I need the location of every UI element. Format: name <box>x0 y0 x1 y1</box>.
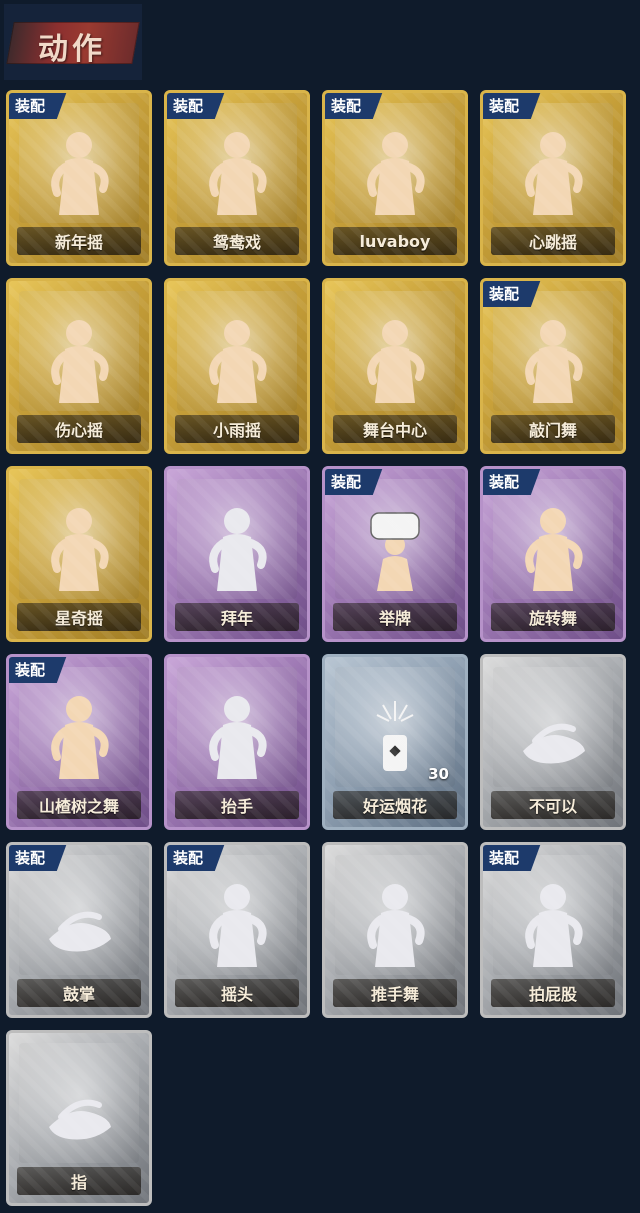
equipped-badge-label: 装配 <box>15 97 46 115</box>
action-card[interactable]: 装配 心跳摇 <box>480 90 626 266</box>
equipped-badge-label: 装配 <box>15 849 46 867</box>
action-name: 不可以 <box>491 791 615 819</box>
action-card[interactable]: 指 <box>6 1030 152 1206</box>
push-hands-figure-icon <box>355 879 435 969</box>
action-card[interactable]: 不可以 <box>480 654 626 830</box>
action-name: 鸳鸯戏 <box>175 227 299 255</box>
equipped-badge-label: 装配 <box>15 661 46 679</box>
equipped-badge-label: 装配 <box>173 849 204 867</box>
dance-figure-icon <box>197 315 277 405</box>
knock-figure-icon <box>513 315 593 405</box>
action-name: 抬手 <box>175 791 299 819</box>
equipped-badge-label: 装配 <box>489 97 520 115</box>
dance-figure-icon <box>197 127 277 217</box>
firework-icon <box>355 691 435 781</box>
equipped-badge-label: 装配 <box>489 285 520 303</box>
action-grid: 装配 新年摇 装配 鸳鸯戏 装配 luvaboy 装配 心跳摇 伤心摇 小雨摇 舞台中心 装配 敲门舞星… <box>0 0 640 1213</box>
raise-hand-figure-icon <box>197 691 277 781</box>
action-name: luvaboy <box>333 227 457 255</box>
equipped-badge-label: 装配 <box>331 473 362 491</box>
action-name: 拜年 <box>175 603 299 631</box>
action-name: 伤心摇 <box>17 415 141 443</box>
action-name: 摇头 <box>175 979 299 1007</box>
action-card[interactable]: 伤心摇 <box>6 278 152 454</box>
action-card[interactable]: 小雨摇 <box>164 278 310 454</box>
action-name: 星奇摇 <box>17 603 141 631</box>
action-name: 新年摇 <box>17 227 141 255</box>
shake-head-figure-icon <box>197 879 277 969</box>
equipped-badge-label: 装配 <box>331 97 362 115</box>
action-card[interactable]: 抬手 <box>164 654 310 830</box>
spin-figure-icon <box>513 503 593 593</box>
item-count: 30 <box>428 765 449 783</box>
action-card[interactable]: 装配 旋转舞 <box>480 466 626 642</box>
point-hand-icon <box>39 1067 119 1157</box>
action-name: 小雨摇 <box>175 415 299 443</box>
action-name: 推手舞 <box>333 979 457 1007</box>
dance-figure-icon <box>39 691 119 781</box>
action-card[interactable]: 拜年 <box>164 466 310 642</box>
shake-figure-icon <box>39 127 119 217</box>
action-card[interactable]: 装配 山楂树之舞 <box>6 654 152 830</box>
sparkle-figure-icon <box>39 503 119 593</box>
action-card[interactable]: 装配 拍屁股 <box>480 842 626 1018</box>
action-name: 举牌 <box>333 603 457 631</box>
equipped-badge-label: 装配 <box>489 849 520 867</box>
action-name: 山楂树之舞 <box>17 791 141 819</box>
action-name: 好运烟花 <box>333 791 457 819</box>
action-name: 旋转舞 <box>491 603 615 631</box>
heart-hands-figure-icon <box>39 315 119 405</box>
action-name: 指 <box>17 1167 141 1195</box>
action-name: 舞台中心 <box>333 415 457 443</box>
sign-figure-icon <box>355 503 435 593</box>
action-card[interactable]: 舞台中心 <box>322 278 468 454</box>
action-card[interactable]: 装配 鸳鸯戏 <box>164 90 310 266</box>
action-name: 敲门舞 <box>491 415 615 443</box>
action-card[interactable]: 装配 新年摇 <box>6 90 152 266</box>
sparkle-figure-icon <box>355 315 435 405</box>
equipped-badge-label: 装配 <box>489 473 520 491</box>
finger-wag-icon <box>513 691 593 781</box>
pat-figure-icon <box>513 879 593 969</box>
action-name: 心跳摇 <box>491 227 615 255</box>
equipped-badge-label: 装配 <box>173 97 204 115</box>
bow-figure-icon <box>197 503 277 593</box>
action-card[interactable]: 装配 举牌 <box>322 466 468 642</box>
action-card[interactable]: 推手舞 <box>322 842 468 1018</box>
action-card[interactable]: 装配 敲门舞 <box>480 278 626 454</box>
action-name: 拍屁股 <box>491 979 615 1007</box>
action-card[interactable]: 装配 鼓掌 <box>6 842 152 1018</box>
action-name: 鼓掌 <box>17 979 141 1007</box>
action-card[interactable]: 星奇摇 <box>6 466 152 642</box>
action-card[interactable]: 装配 摇头 <box>164 842 310 1018</box>
action-card[interactable]: 装配 luvaboy <box>322 90 468 266</box>
dance-figure-icon <box>355 127 435 217</box>
dance-figure-icon <box>513 127 593 217</box>
clap-hands-icon <box>39 879 119 969</box>
action-card[interactable]: 30 好运烟花 <box>322 654 468 830</box>
